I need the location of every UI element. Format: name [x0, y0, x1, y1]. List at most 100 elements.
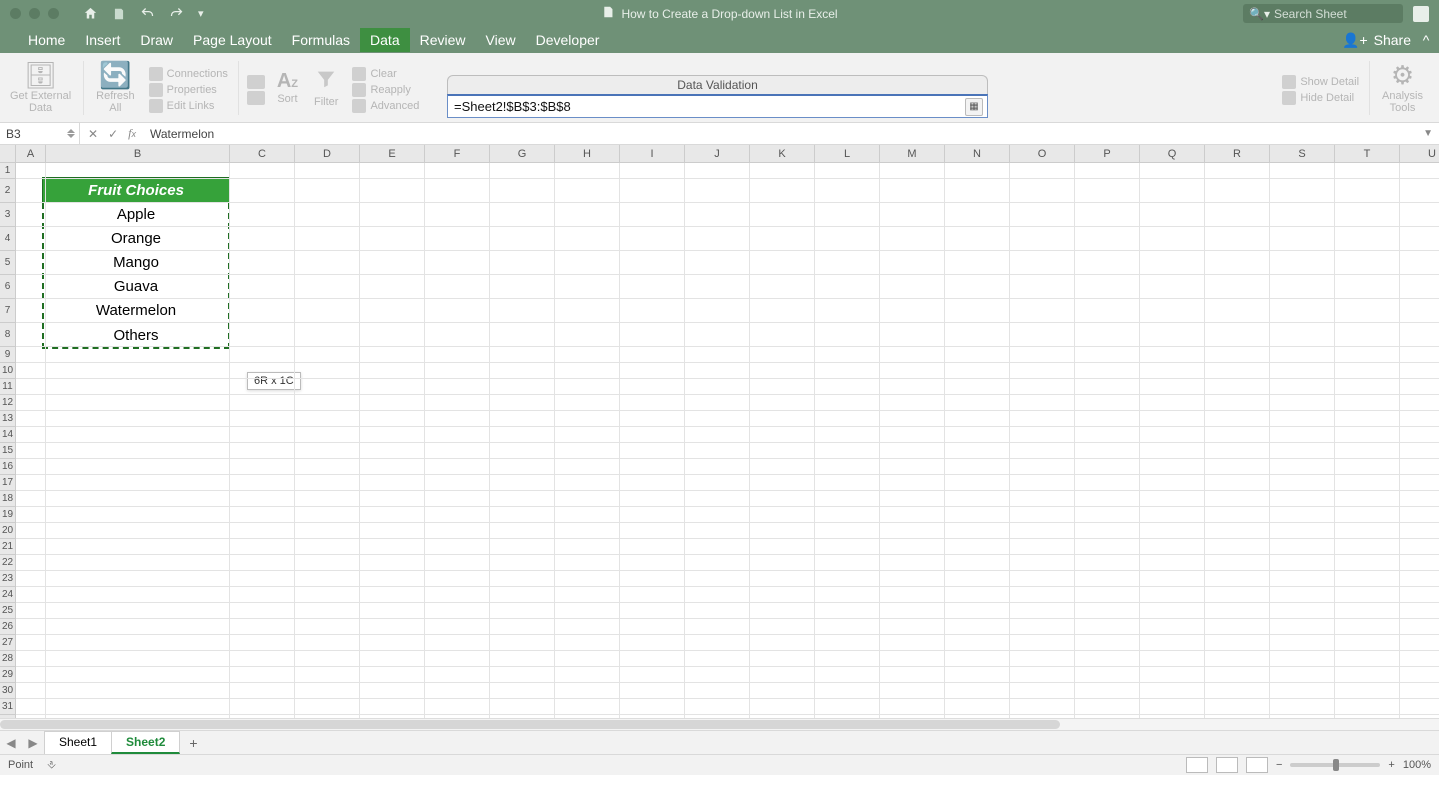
row-header-30[interactable]: 30 — [0, 683, 16, 699]
row-header-11[interactable]: 11 — [0, 379, 16, 395]
row-header-6[interactable]: 6 — [0, 275, 16, 299]
column-header-E[interactable]: E — [360, 145, 425, 163]
fruit-table-header[interactable]: Fruit Choices — [42, 177, 230, 203]
spreadsheet-grid[interactable]: ABCDEFGHIJKLMNOPQRSTU 123456789101112131… — [0, 145, 1439, 730]
normal-view-button[interactable] — [1186, 757, 1208, 773]
row-header-18[interactable]: 18 — [0, 491, 16, 507]
row-header-26[interactable]: 26 — [0, 619, 16, 635]
column-header-I[interactable]: I — [620, 145, 685, 163]
home-icon[interactable] — [83, 6, 98, 21]
column-header-P[interactable]: P — [1075, 145, 1140, 163]
reapply-filter-button[interactable]: Reapply — [352, 83, 419, 97]
zoom-out-button[interactable]: − — [1276, 759, 1282, 771]
row-header-19[interactable]: 19 — [0, 507, 16, 523]
row-header-5[interactable]: 5 — [0, 251, 16, 275]
cancel-formula-icon[interactable]: ✕ — [88, 127, 98, 141]
edit-links-button[interactable]: Edit Links — [149, 99, 228, 113]
sheet-tab-sheet1[interactable]: Sheet1 — [44, 731, 112, 754]
zoom-level[interactable]: 100% — [1403, 759, 1431, 771]
save-icon[interactable] — [112, 7, 126, 21]
column-header-J[interactable]: J — [685, 145, 750, 163]
add-sheet-button[interactable]: + — [179, 735, 207, 751]
column-header-S[interactable]: S — [1270, 145, 1335, 163]
column-header-B[interactable]: B — [46, 145, 230, 163]
column-header-C[interactable]: C — [230, 145, 295, 163]
row-header-1[interactable]: 1 — [0, 163, 16, 179]
filter-button[interactable]: Filter — [306, 68, 346, 108]
fruit-cell-5[interactable]: Watermelon — [44, 299, 228, 323]
row-header-10[interactable]: 10 — [0, 363, 16, 379]
row-header-25[interactable]: 25 — [0, 603, 16, 619]
close-window-button[interactable] — [10, 8, 21, 19]
row-header-21[interactable]: 21 — [0, 539, 16, 555]
row-header-4[interactable]: 4 — [0, 227, 16, 251]
fruit-cell-4[interactable]: Guava — [44, 275, 228, 299]
row-header-14[interactable]: 14 — [0, 427, 16, 443]
formula-bar-content[interactable]: Watermelon — [144, 127, 214, 141]
maximize-window-button[interactable] — [48, 8, 59, 19]
row-header-7[interactable]: 7 — [0, 299, 16, 323]
fruit-cell-1[interactable]: Apple — [44, 203, 228, 227]
profile-icon[interactable] — [1413, 6, 1429, 22]
qat-customize-icon[interactable]: ▾ — [198, 7, 204, 20]
row-header-28[interactable]: 28 — [0, 651, 16, 667]
row-header-24[interactable]: 24 — [0, 587, 16, 603]
tab-developer[interactable]: Developer — [526, 28, 610, 52]
cells-area[interactable]: Fruit Choices AppleOrangeMangoGuavaWater… — [16, 163, 1439, 730]
tab-insert[interactable]: Insert — [75, 28, 130, 52]
row-header-31[interactable]: 31 — [0, 699, 16, 715]
row-header-9[interactable]: 9 — [0, 347, 16, 363]
row-header-29[interactable]: 29 — [0, 667, 16, 683]
sort-asc-icon[interactable] — [247, 75, 265, 89]
column-header-G[interactable]: G — [490, 145, 555, 163]
tab-formulas[interactable]: Formulas — [282, 28, 360, 52]
column-header-Q[interactable]: Q — [1140, 145, 1205, 163]
show-detail-button[interactable]: Show Detail — [1282, 75, 1359, 89]
row-header-15[interactable]: 15 — [0, 443, 16, 459]
zoom-slider-handle[interactable] — [1333, 759, 1339, 771]
analysis-tools-button[interactable]: ⚙ Analysis Tools — [1374, 62, 1439, 114]
column-header-M[interactable]: M — [880, 145, 945, 163]
select-all-corner[interactable] — [0, 145, 16, 163]
column-header-U[interactable]: U — [1400, 145, 1439, 163]
row-header-27[interactable]: 27 — [0, 635, 16, 651]
row-header-8[interactable]: 8 — [0, 323, 16, 347]
row-header-12[interactable]: 12 — [0, 395, 16, 411]
row-header-2[interactable]: 2 — [0, 179, 16, 203]
row-header-13[interactable]: 13 — [0, 411, 16, 427]
fruit-cell-2[interactable]: Orange — [44, 227, 228, 251]
collapse-dialog-icon[interactable]: ▦ — [965, 98, 983, 116]
undo-icon[interactable] — [140, 6, 155, 21]
zoom-slider[interactable] — [1290, 763, 1380, 767]
page-layout-view-button[interactable] — [1216, 757, 1238, 773]
row-header-16[interactable]: 16 — [0, 459, 16, 475]
fruit-cell-6[interactable]: Others — [44, 323, 228, 347]
sort-button[interactable]: AZ Sort — [269, 71, 306, 105]
fx-icon[interactable]: fx — [128, 126, 136, 141]
horizontal-scrollbar[interactable] — [0, 718, 1439, 730]
connections-button[interactable]: Connections — [149, 67, 228, 81]
clear-filter-button[interactable]: Clear — [352, 67, 419, 81]
expand-formula-bar-icon[interactable]: ▼ — [1423, 128, 1439, 139]
refresh-all-button[interactable]: 🔄 Refresh All — [88, 62, 143, 114]
zoom-in-button[interactable]: + — [1388, 759, 1394, 771]
end-mode-icon[interactable]: ⎀ — [47, 759, 56, 772]
get-external-data-button[interactable]: 🗄 Get External Data — [0, 62, 79, 114]
column-header-F[interactable]: F — [425, 145, 490, 163]
column-header-T[interactable]: T — [1335, 145, 1400, 163]
collapse-ribbon-icon[interactable]: ^ — [1417, 32, 1435, 48]
row-header-22[interactable]: 22 — [0, 555, 16, 571]
sheet-tab-sheet2[interactable]: Sheet2 — [111, 731, 180, 754]
advanced-filter-button[interactable]: Advanced — [352, 99, 419, 113]
tab-draw[interactable]: Draw — [130, 28, 183, 52]
tab-view[interactable]: View — [476, 28, 526, 52]
enter-formula-icon[interactable]: ✓ — [108, 127, 118, 141]
properties-button[interactable]: Properties — [149, 83, 228, 97]
tab-review[interactable]: Review — [410, 28, 476, 52]
row-header-3[interactable]: 3 — [0, 203, 16, 227]
column-header-L[interactable]: L — [815, 145, 880, 163]
hide-detail-button[interactable]: Hide Detail — [1282, 91, 1359, 105]
row-header-17[interactable]: 17 — [0, 475, 16, 491]
minimize-window-button[interactable] — [29, 8, 40, 19]
fruit-cell-3[interactable]: Mango — [44, 251, 228, 275]
